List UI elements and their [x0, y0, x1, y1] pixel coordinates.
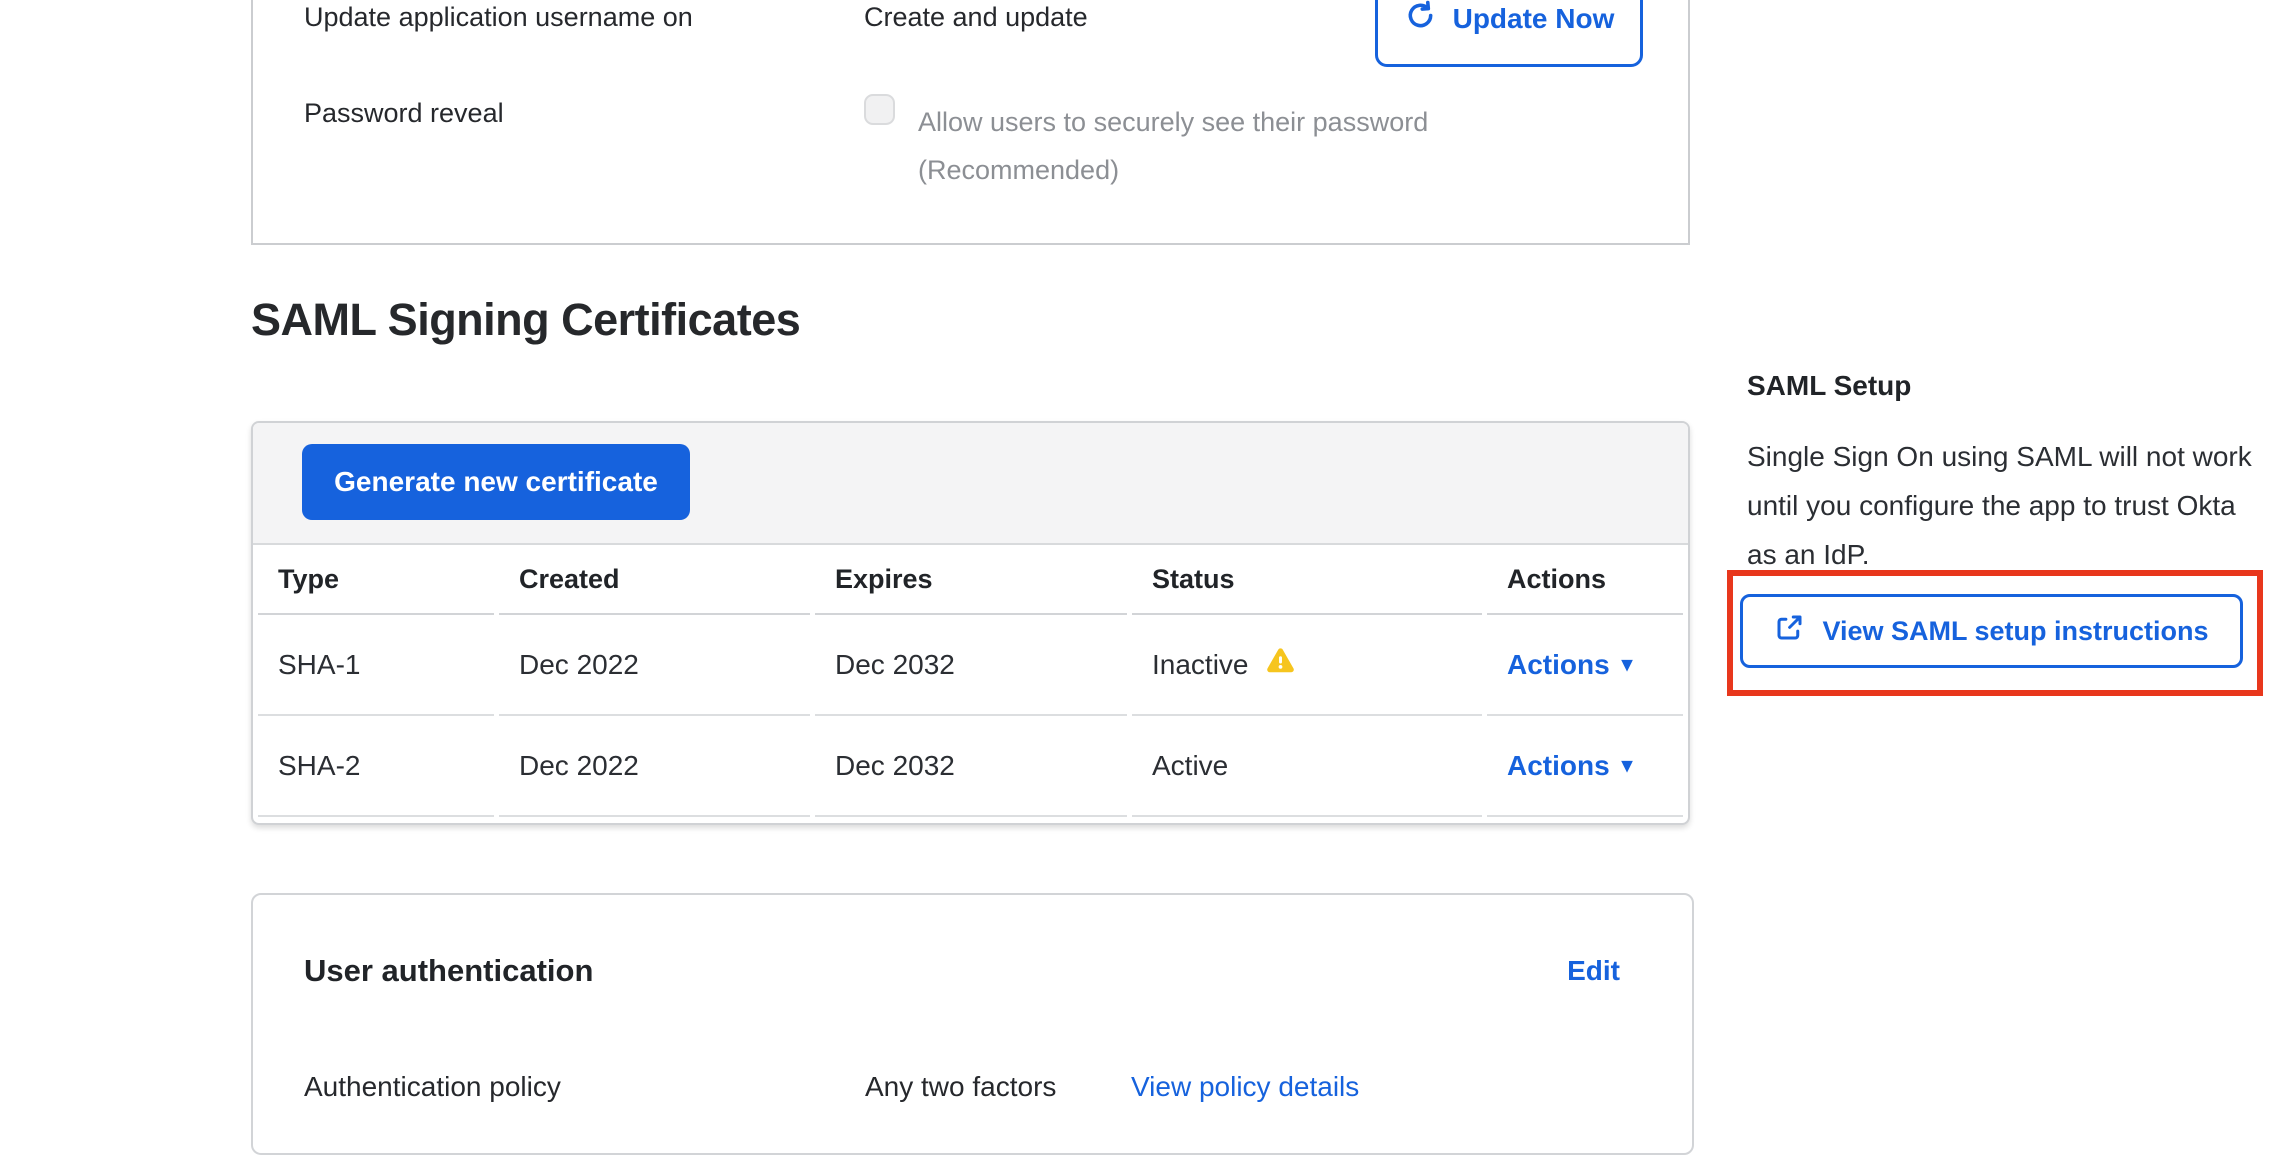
- edit-link[interactable]: Edit: [1567, 955, 1620, 987]
- column-header-actions: Actions: [1487, 545, 1683, 615]
- view-saml-setup-instructions-button[interactable]: View SAML setup instructions: [1740, 594, 2243, 668]
- actions-dropdown[interactable]: Actions ▾: [1507, 649, 1632, 681]
- cert-actions-cell: Actions ▾: [1487, 615, 1683, 716]
- certificates-card: Generate new certificate Type Created Ex…: [251, 421, 1690, 825]
- view-saml-setup-instructions-label: View SAML setup instructions: [1822, 616, 2208, 647]
- actions-dropdown[interactable]: Actions ▾: [1507, 750, 1632, 782]
- password-reveal-checkbox[interactable]: [864, 94, 895, 125]
- view-policy-details-link[interactable]: View policy details: [1131, 1071, 1359, 1103]
- actions-label: Actions: [1507, 649, 1610, 681]
- status-text: Inactive: [1152, 649, 1249, 681]
- cert-actions-cell: Actions ▾: [1487, 716, 1683, 817]
- status-text: Active: [1152, 750, 1228, 782]
- column-header-type: Type: [258, 545, 494, 615]
- cert-status-cell: Inactive: [1132, 615, 1482, 716]
- authentication-policy-label: Authentication policy: [304, 1071, 561, 1103]
- cert-created-cell: Dec 2022: [499, 716, 810, 817]
- warning-icon: [1265, 646, 1296, 684]
- column-header-expires: Expires: [815, 545, 1127, 615]
- cert-expires-cell: Dec 2032: [815, 615, 1127, 716]
- user-authentication-card: User authentication Edit Authentication …: [251, 893, 1694, 1155]
- generate-new-certificate-button[interactable]: Generate new certificate: [302, 444, 690, 520]
- actions-label: Actions: [1507, 750, 1610, 782]
- external-link-icon: [1774, 613, 1804, 650]
- table-row: SHA-1 Dec 2022 Dec 2032 Inactive: [258, 615, 1683, 716]
- cert-type-cell: SHA-1: [258, 615, 494, 716]
- saml-setup-description: Single Sign On using SAML will not work …: [1747, 432, 2252, 579]
- chevron-down-icon: ▾: [1622, 652, 1633, 677]
- cert-expires-cell: Dec 2032: [815, 716, 1127, 817]
- authentication-policy-value: Any two factors: [865, 1071, 1056, 1103]
- cert-status-cell: Active: [1132, 716, 1482, 817]
- certificates-table: Type Created Expires Status Actions SHA-…: [253, 545, 1688, 817]
- cert-created-cell: Dec 2022: [499, 615, 810, 716]
- update-now-label: Update Now: [1453, 3, 1615, 35]
- app-settings-page: Update application username on Create an…: [0, 0, 2279, 1158]
- cert-type-cell: SHA-2: [258, 716, 494, 817]
- password-reveal-checkbox-label: Allow users to securely see their passwo…: [918, 98, 1488, 194]
- password-reveal-label: Password reveal: [304, 98, 504, 129]
- column-header-status: Status: [1132, 545, 1482, 615]
- table-header-row: Type Created Expires Status Actions: [258, 545, 1683, 615]
- saml-setup-heading: SAML Setup: [1747, 370, 1911, 402]
- chevron-down-icon: ▾: [1622, 753, 1633, 778]
- update-now-button[interactable]: Update Now: [1375, 0, 1643, 67]
- update-username-label: Update application username on: [304, 2, 693, 33]
- update-username-value: Create and update: [864, 2, 1088, 33]
- refresh-icon: [1404, 0, 1437, 39]
- user-authentication-heading: User authentication: [304, 953, 593, 989]
- saml-signing-certificates-heading: SAML Signing Certificates: [251, 294, 800, 346]
- certificates-toolbar: Generate new certificate: [253, 423, 1688, 545]
- column-header-created: Created: [499, 545, 810, 615]
- table-row: SHA-2 Dec 2022 Dec 2032 Active Actions ▾: [258, 716, 1683, 817]
- sign-on-settings-card: Update application username on Create an…: [251, 0, 1690, 245]
